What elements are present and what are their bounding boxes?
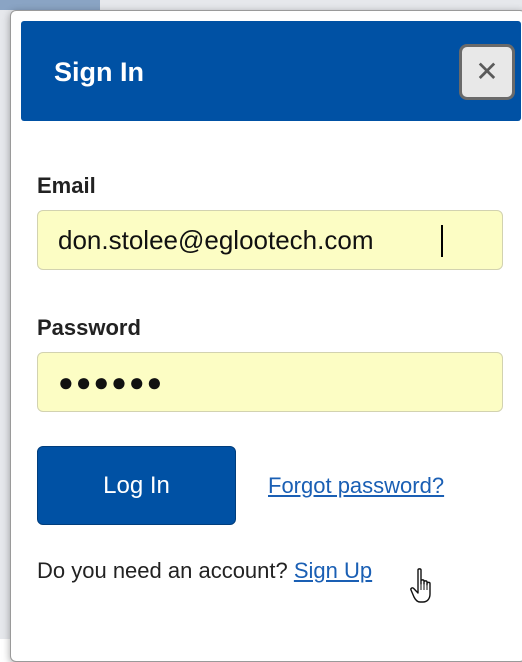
account-prompt-text: Do you need an account? xyxy=(37,558,288,583)
password-field[interactable] xyxy=(37,352,503,412)
log-in-button[interactable]: Log In xyxy=(37,446,236,525)
forgot-password-link[interactable]: Forgot password? xyxy=(268,473,444,499)
text-caret xyxy=(441,225,443,257)
sign-up-link[interactable]: Sign Up xyxy=(294,558,372,583)
dialog-title: Sign In xyxy=(54,57,144,87)
email-field[interactable] xyxy=(37,210,503,270)
backdrop-edge xyxy=(0,0,100,10)
dialog-header: Sign In ✕ xyxy=(21,21,521,121)
sign-in-dialog: Sign In ✕ Email Password Log In Forgot p… xyxy=(10,10,522,662)
password-label: Password xyxy=(37,315,141,340)
close-button[interactable]: ✕ xyxy=(459,44,515,100)
close-icon: ✕ xyxy=(475,56,499,87)
hand-cursor-icon xyxy=(410,568,431,603)
account-prompt-row: Do you need an account? Sign Up xyxy=(37,558,372,584)
email-label: Email xyxy=(37,173,96,198)
